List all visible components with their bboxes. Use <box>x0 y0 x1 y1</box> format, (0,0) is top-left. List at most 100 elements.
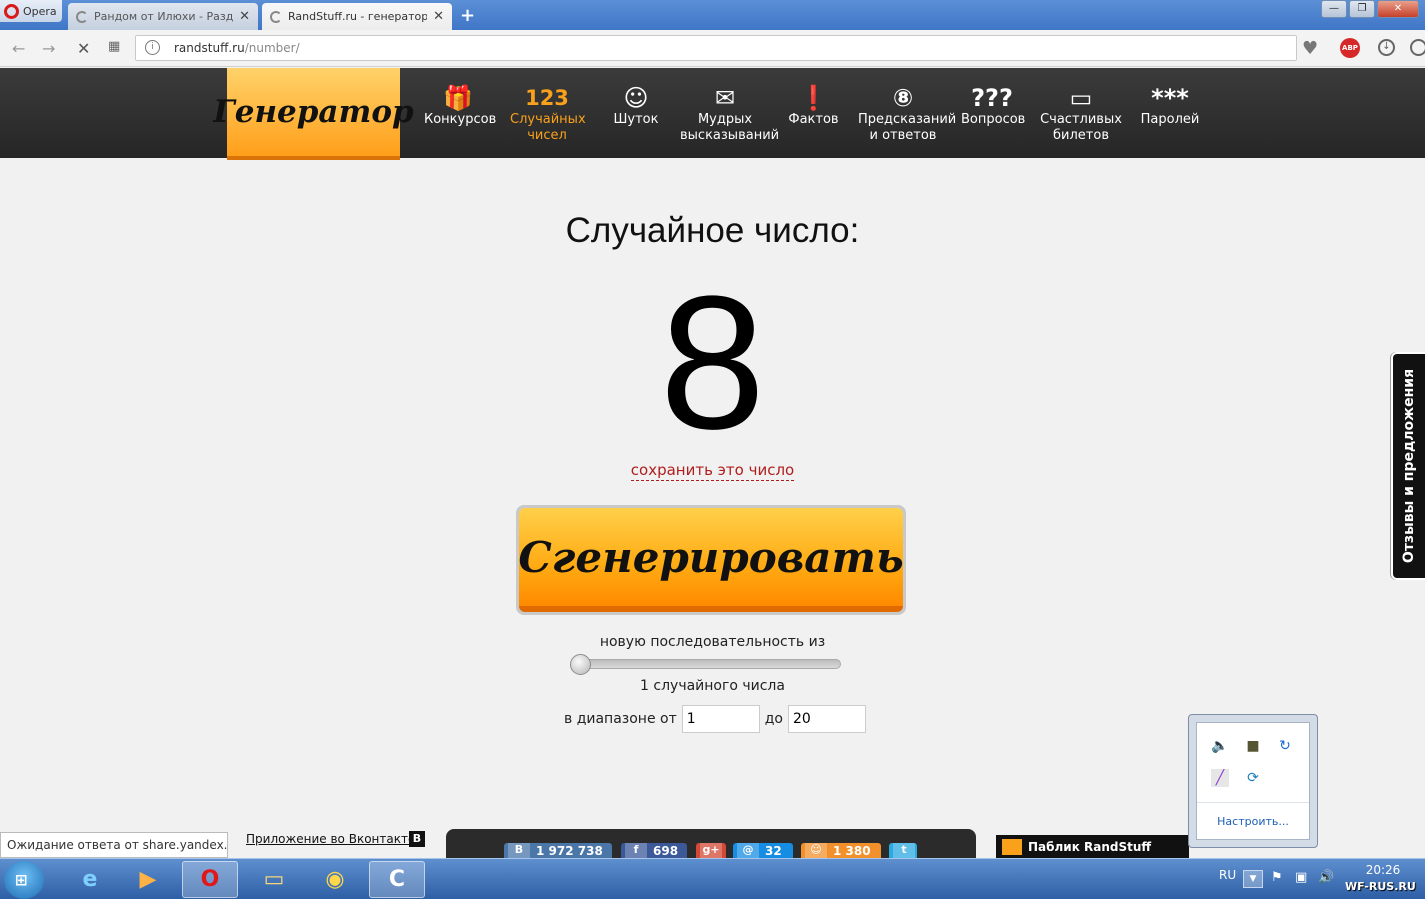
loading-spinner-icon <box>76 10 88 23</box>
googleplus-share-icon: g+ <box>700 843 722 859</box>
public-label: Паблик RandStuff <box>1028 840 1152 854</box>
speaker-icon[interactable]: 🔈 <box>1211 737 1229 755</box>
sync-icon[interactable]: ↻ <box>1276 737 1294 755</box>
internet-explorer-icon[interactable]: e <box>62 861 118 898</box>
new-tab-button[interactable]: + <box>460 5 475 26</box>
share-vk[interactable]: В 1 972 738 <box>504 843 612 859</box>
url-field[interactable]: randstuff.ru/number/ <box>135 35 1297 61</box>
nav-label: Шуток <box>613 112 659 127</box>
opera-menu-button[interactable]: Opera <box>0 0 62 22</box>
volume-icon[interactable]: 🔊 <box>1318 870 1334 885</box>
count-label: 1 случайного числа <box>640 678 785 694</box>
save-number-link[interactable]: сохранить это число <box>630 461 795 481</box>
feedback-tab[interactable]: Отзывы и предложения <box>1391 352 1425 580</box>
url-host: randstuff.ru <box>174 41 245 55</box>
count-slider-track[interactable] <box>573 659 841 669</box>
tray-divider <box>1197 802 1309 803</box>
share-twitter[interactable]: t <box>889 843 917 859</box>
nav-item-facts[interactable]: ❗ Фактов <box>786 68 841 158</box>
refresh-icon[interactable]: ⟳ <box>1244 769 1262 787</box>
scroll-icon: ✉ <box>714 84 736 112</box>
url-path: /number/ <box>244 41 300 55</box>
stop-icon[interactable]: ✕ <box>77 39 90 58</box>
nav-label: Вопросов <box>961 112 1026 127</box>
speed-dial-icon[interactable]: ▦ <box>108 39 120 54</box>
range-from-input[interactable] <box>681 705 760 733</box>
opera-taskbar-icon[interactable]: O <box>182 861 238 898</box>
share-facebook[interactable]: f 698 <box>621 843 687 859</box>
loading-spinner-icon <box>270 10 282 23</box>
nav-item-passwords[interactable]: *** Паролей <box>1138 68 1202 158</box>
count-slider-handle[interactable] <box>570 654 591 675</box>
window-controls: — ❐ ✕ <box>1321 0 1419 18</box>
site-info-icon[interactable]: i <box>145 40 160 55</box>
browser-status-text: Ожидание ответа от share.yandex.net... <box>0 832 228 858</box>
share-count: 1 380 <box>833 844 871 858</box>
tray-configure-link[interactable]: Настроить... <box>1197 815 1309 828</box>
tab-title: RandStuff.ru - генератор случайных <box>288 10 428 23</box>
tab-2[interactable]: RandStuff.ru - генератор случайных ✕ <box>262 3 452 30</box>
generate-button-label: Сгенерировать <box>518 508 904 612</box>
download-icon[interactable]: ↓ <box>1378 39 1395 56</box>
sequence-label: новую последовательность из <box>599 634 826 650</box>
tray-overflow-popup: 🔈 ■ ↻ ╱ ⟳ Настроить... <box>1188 714 1318 848</box>
tab-close-icon[interactable]: ✕ <box>239 9 250 24</box>
vk-app-link[interactable]: Приложение во Вконтакте <box>246 832 415 846</box>
tray-expand-icon[interactable]: ▼ <box>1243 870 1263 888</box>
share-odnoklassniki[interactable]: ☺ 1 380 <box>801 843 881 859</box>
nav-label: Мудрых высказываний <box>680 112 780 143</box>
magic-ball-icon: ⑧ <box>892 84 914 112</box>
back-icon[interactable]: ← <box>12 39 25 58</box>
network-icon[interactable]: ▣ <box>1295 870 1307 885</box>
nav-item-quotes[interactable]: ✉ Мудрых высказываний <box>680 68 780 158</box>
close-window-button[interactable]: ✕ <box>1377 0 1419 18</box>
tab-1[interactable]: Рандом от Илюхи - Раздача ✕ <box>68 3 258 30</box>
nav-item-questions[interactable]: ??? Вопросов <box>961 68 1026 158</box>
nav-item-tickets[interactable]: ▭ Счастливых билетов <box>1040 68 1122 158</box>
page-title: Случайное число: <box>565 211 860 250</box>
tab-close-icon[interactable]: ✕ <box>433 9 444 24</box>
nav-item-jokes[interactable]: ☺ Шуток <box>607 68 665 158</box>
vk-share-icon: В <box>508 843 530 859</box>
start-button[interactable]: ⊞ <box>4 861 44 899</box>
nav-label: Конкурсов <box>424 112 497 127</box>
nav-item-numbers[interactable]: 123 Случайных чисел <box>510 68 586 158</box>
numbers-icon: 123 <box>525 86 569 110</box>
nav-label: Счастливых билетов <box>1040 112 1122 143</box>
range-to-input[interactable] <box>788 705 866 733</box>
range-row: в диапазоне от до <box>564 705 866 733</box>
account-icon[interactable] <box>1410 39 1425 56</box>
range-from-label: в диапазоне от <box>564 711 677 727</box>
public-widget[interactable]: Паблик RandStuff <box>996 835 1189 859</box>
app-icon[interactable]: C <box>369 861 425 898</box>
adblock-icon[interactable]: ABP <box>1340 38 1360 58</box>
nav-label: Паролей <box>1140 112 1200 127</box>
nav-item-predictions[interactable]: ⑧ Предсказаний и ответов <box>858 68 956 158</box>
opera-label: Opera <box>23 4 57 18</box>
box-icon[interactable]: ■ <box>1244 737 1262 755</box>
flag-icon[interactable]: ⚑ <box>1271 870 1283 885</box>
site-logo[interactable]: Генератор <box>213 68 414 160</box>
generate-button[interactable]: Сгенерировать <box>516 505 906 615</box>
bookmark-heart-icon[interactable]: ♥ <box>1302 38 1318 59</box>
minimize-button[interactable]: — <box>1321 0 1347 18</box>
smiley-icon: ☺ <box>623 84 649 112</box>
facebook-share-icon: f <box>625 843 647 859</box>
mailru-share-icon: @ <box>737 843 759 859</box>
share-googleplus[interactable]: g+ <box>696 843 726 859</box>
question-marks-icon: ??? <box>971 84 1013 112</box>
pen-icon[interactable]: ╱ <box>1211 769 1229 787</box>
chrome-icon[interactable]: ◉ <box>307 861 363 898</box>
share-mailru[interactable]: @ 32 <box>733 843 793 859</box>
forward-icon[interactable]: → <box>42 39 55 58</box>
opera-logo-icon <box>4 3 19 19</box>
media-player-icon[interactable]: ▶ <box>120 861 176 898</box>
nav-item-contests[interactable]: 🎁 Конкурсов <box>424 68 497 158</box>
vk-icon[interactable]: В <box>409 831 425 847</box>
folder-icon[interactable]: ▭ <box>246 861 302 898</box>
nav-label: Случайных чисел <box>510 112 586 143</box>
clock[interactable]: 20:26 <box>1358 863 1408 877</box>
language-indicator[interactable]: RU <box>1219 868 1236 882</box>
save-number-link-row: сохранить это число <box>0 461 1425 481</box>
maximize-button[interactable]: ❐ <box>1349 0 1375 18</box>
